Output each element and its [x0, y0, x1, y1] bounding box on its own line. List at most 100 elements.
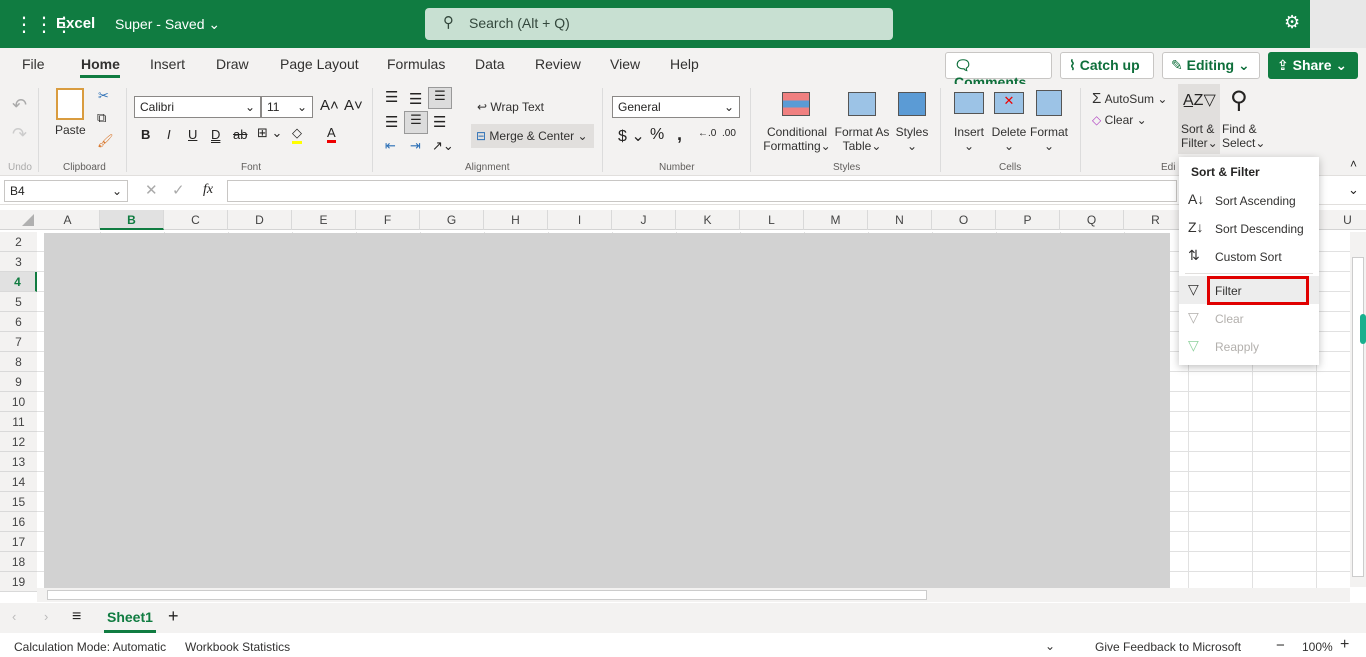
row-header-18[interactable]: 18: [0, 552, 37, 572]
row-header-14[interactable]: 14: [0, 472, 37, 492]
column-header-P[interactable]: P: [996, 210, 1060, 230]
borders-icon[interactable]: ⊞ ⌄: [257, 125, 282, 141]
column-header-N[interactable]: N: [868, 210, 932, 230]
redo-icon[interactable]: ↷: [12, 124, 27, 145]
italic-button[interactable]: I: [167, 127, 171, 142]
column-header-Q[interactable]: Q: [1060, 210, 1124, 230]
copy-icon[interactable]: ⧉: [97, 110, 106, 126]
undo-icon[interactable]: ↶: [12, 95, 27, 116]
column-header-K[interactable]: K: [676, 210, 740, 230]
font-name-select[interactable]: Calibri ⌄: [134, 96, 261, 118]
add-sheet-icon[interactable]: +: [168, 606, 179, 627]
format-painter-icon[interactable]: 🖌: [97, 133, 114, 149]
next-sheet-icon[interactable]: ›: [44, 609, 48, 624]
format-as-table-button[interactable]: Format As Table⌄: [834, 125, 890, 153]
file-title[interactable]: Super - Saved ⌄: [115, 16, 220, 33]
merge-center-button[interactable]: ⊟ Merge & Center ⌄: [471, 124, 594, 148]
column-header-H[interactable]: H: [484, 210, 548, 230]
shrink-font-icon[interactable]: A˅: [344, 97, 363, 114]
tab-insert[interactable]: Insert: [150, 56, 185, 72]
tab-help[interactable]: Help: [670, 56, 699, 72]
tab-formulas[interactable]: Formulas: [387, 56, 445, 72]
increase-indent-icon[interactable]: ⇥: [410, 138, 421, 154]
sheet-tab-sheet1[interactable]: Sheet1: [104, 603, 156, 633]
row-header-6[interactable]: 6: [0, 312, 37, 332]
column-header-E[interactable]: E: [292, 210, 356, 230]
comments-button[interactable]: 🗨 Comments: [945, 52, 1052, 90]
row-header-3[interactable]: 3: [0, 252, 37, 272]
double-underline-button[interactable]: D: [211, 127, 220, 142]
name-box[interactable]: B4 ⌄: [4, 180, 128, 202]
vertical-scrollbar[interactable]: [1350, 232, 1366, 587]
number-format-select[interactable]: General ⌄: [612, 96, 740, 118]
font-size-select[interactable]: 11 ⌄: [261, 96, 313, 118]
row-header-12[interactable]: 12: [0, 432, 37, 452]
sort-ascending-item[interactable]: A↓ Sort Ascending: [1179, 186, 1319, 214]
column-header-I[interactable]: I: [548, 210, 612, 230]
conditional-formatting-button[interactable]: Conditional Formatting⌄: [762, 125, 832, 153]
all-sheets-menu-icon[interactable]: ≡: [72, 608, 81, 626]
column-header-G[interactable]: G: [420, 210, 484, 230]
find-select-button[interactable]: Find & Select⌄: [1222, 122, 1265, 150]
share-button[interactable]: ⇪ Share ⌄: [1268, 52, 1358, 79]
tab-draw[interactable]: Draw: [216, 56, 249, 72]
column-header-J[interactable]: J: [612, 210, 676, 230]
row-header-10[interactable]: 10: [0, 392, 37, 412]
align-left-icon[interactable]: ☰: [385, 113, 398, 131]
wrap-text-button[interactable]: ↩ Wrap Text: [477, 100, 544, 114]
clear-button[interactable]: ◇ Clear ⌄: [1092, 113, 1147, 127]
format-cells-button[interactable]: Format ⌄: [1029, 125, 1069, 153]
comma-style-icon[interactable]: ,: [677, 124, 682, 145]
cut-icon[interactable]: ✂: [98, 88, 109, 104]
row-header-13[interactable]: 13: [0, 452, 37, 472]
tab-file[interactable]: File: [22, 56, 45, 72]
align-bottom-icon[interactable]: ☰: [428, 87, 452, 109]
select-all-button[interactable]: [22, 214, 34, 226]
tab-view[interactable]: View: [610, 56, 640, 72]
catch-up-button[interactable]: ⌇ Catch up: [1060, 52, 1154, 79]
row-header-17[interactable]: 17: [0, 532, 37, 552]
percent-icon[interactable]: %: [650, 126, 664, 144]
currency-icon[interactable]: $ ⌄: [618, 126, 645, 146]
font-color-icon[interactable]: A: [327, 125, 336, 143]
zoom-in-icon[interactable]: +: [1340, 636, 1349, 654]
search-input[interactable]: ⚲ Search (Alt + Q): [425, 8, 893, 40]
side-panel-handle[interactable]: [1360, 314, 1366, 344]
row-header-4[interactable]: 4: [0, 272, 37, 292]
settings-gear-icon[interactable]: ⚙: [1284, 12, 1300, 33]
align-right-icon[interactable]: ☰: [433, 113, 446, 131]
row-header-19[interactable]: 19: [0, 572, 37, 592]
sort-filter-button[interactable]: A̲Z▽ Sort & Filter⌄: [1178, 84, 1220, 154]
row-header-16[interactable]: 16: [0, 512, 37, 532]
zoom-out-icon[interactable]: −: [1276, 637, 1285, 654]
fill-color-icon[interactable]: ◇: [292, 125, 302, 144]
align-top-icon[interactable]: ☰: [385, 88, 398, 106]
underline-button[interactable]: U: [188, 127, 197, 142]
horizontal-scroll-thumb[interactable]: [47, 590, 927, 600]
row-header-8[interactable]: 8: [0, 352, 37, 372]
decrease-decimal-icon[interactable]: .00: [722, 128, 736, 139]
feedback-link[interactable]: Give Feedback to Microsoft: [1095, 640, 1241, 654]
bold-button[interactable]: B: [141, 127, 150, 142]
editing-mode-button[interactable]: ✎ Editing ⌄: [1162, 52, 1260, 79]
row-header-9[interactable]: 9: [0, 372, 37, 392]
tab-data[interactable]: Data: [475, 56, 505, 72]
autosum-button[interactable]: Σ AutoSum ⌄: [1092, 90, 1167, 107]
insert-function-button[interactable]: fx: [203, 182, 213, 198]
status-dropdown-icon[interactable]: ⌄: [1045, 639, 1055, 653]
row-header-15[interactable]: 15: [0, 492, 37, 512]
vertical-scroll-thumb[interactable]: [1352, 257, 1364, 577]
column-header-C[interactable]: C: [164, 210, 228, 230]
horizontal-scrollbar[interactable]: [37, 588, 1350, 602]
tab-page-layout[interactable]: Page Layout: [280, 56, 359, 72]
enter-icon[interactable]: ✓: [172, 181, 185, 199]
increase-decimal-icon[interactable]: ←.0: [698, 128, 716, 139]
account-area[interactable]: [1310, 0, 1366, 48]
align-center-icon[interactable]: ☰: [404, 111, 428, 134]
grow-font-icon[interactable]: A˄: [320, 97, 339, 114]
collapse-ribbon-icon[interactable]: ˄: [1350, 157, 1357, 171]
column-header-D[interactable]: D: [228, 210, 292, 230]
sort-descending-item[interactable]: Z↓ Sort Descending: [1179, 214, 1319, 242]
orientation-icon[interactable]: ↗⌄: [432, 138, 454, 154]
column-header-M[interactable]: M: [804, 210, 868, 230]
